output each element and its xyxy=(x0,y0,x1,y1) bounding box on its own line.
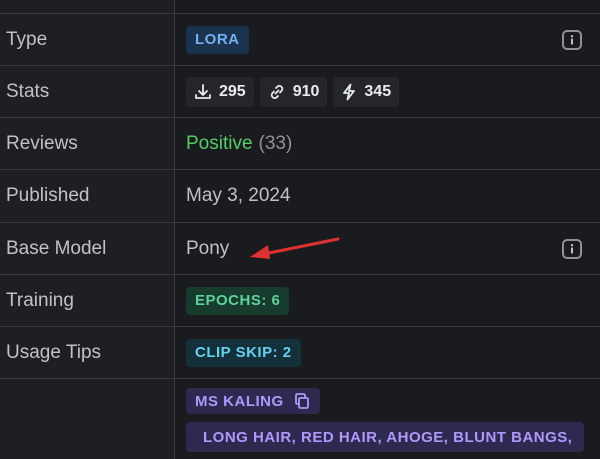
download-count: 295 xyxy=(186,76,254,107)
trigger-word-badge[interactable]: MS KALING xyxy=(186,388,320,414)
row-trigger-words: MS KALING LONG HAIR, RED HAIR, AHOGE, BL… xyxy=(0,379,600,459)
published-label: Published xyxy=(0,170,175,222)
link-count: 910 xyxy=(259,76,328,107)
base-model-value-cell: Pony xyxy=(176,223,600,274)
trigger-words-value-cell: MS KALING LONG HAIR, RED HAIR, AHOGE, BL… xyxy=(176,379,600,459)
trigger-word-long-text: LONG HAIR, RED HAIR, AHOGE, BLUNT BANGS, xyxy=(203,428,573,446)
row-usage-tips: Usage Tips CLIP SKIP: 2 xyxy=(0,327,600,379)
usage-tips-value-cell: CLIP SKIP: 2 xyxy=(176,327,600,378)
link-count-value: 910 xyxy=(292,82,320,100)
base-model-value: Pony xyxy=(186,237,230,259)
row-base-model: Base Model Pony xyxy=(0,223,600,275)
base-model-label: Base Model xyxy=(0,223,175,274)
row-training: Training EPOCHS: 6 xyxy=(0,275,600,327)
link-icon xyxy=(270,84,283,99)
epochs-badge: EPOCHS: 6 xyxy=(186,286,290,315)
published-value-cell: May 3, 2024 xyxy=(176,170,600,222)
published-date: May 3, 2024 xyxy=(186,185,291,206)
buzz-count: 345 xyxy=(333,76,400,107)
training-value-cell: EPOCHS: 6 xyxy=(176,275,600,326)
type-value-cell: LORA xyxy=(176,14,600,65)
type-badge: LORA xyxy=(186,25,249,54)
download-icon xyxy=(195,83,211,99)
copy-icon[interactable] xyxy=(293,392,311,410)
top-partial-label-cell xyxy=(0,0,175,13)
stats-label: Stats xyxy=(0,66,175,117)
usage-tips-label: Usage Tips xyxy=(0,327,175,378)
row-reviews: Reviews Positive (33) xyxy=(0,118,600,170)
trigger-word-text: MS KALING xyxy=(195,392,284,410)
clip-skip-badge: CLIP SKIP: 2 xyxy=(186,338,301,367)
stats-value-cell: 295 910 345 xyxy=(176,66,600,117)
reviews-label: Reviews xyxy=(0,118,175,169)
red-arrow-annotation xyxy=(250,237,340,259)
type-label: Type xyxy=(0,14,175,65)
trigger-word-badge-long[interactable]: LONG HAIR, RED HAIR, AHOGE, BLUNT BANGS, xyxy=(186,422,584,452)
top-partial-row xyxy=(0,0,600,14)
row-type: Type LORA xyxy=(0,14,600,66)
download-count-value: 295 xyxy=(219,82,246,100)
row-published: Published May 3, 2024 xyxy=(0,170,600,223)
bolt-icon xyxy=(343,83,356,100)
model-details-table: Type LORA Stats 295 910 345 Reviews Posi… xyxy=(0,0,600,459)
base-model-info-icon[interactable] xyxy=(562,238,582,259)
training-label: Training xyxy=(0,275,175,326)
buzz-count-value: 345 xyxy=(364,82,392,100)
review-count: (33) xyxy=(258,132,293,154)
info-icon[interactable] xyxy=(562,29,582,50)
review-sentiment-link[interactable]: Positive xyxy=(186,133,253,155)
row-stats: Stats 295 910 345 xyxy=(0,66,600,118)
reviews-value-cell: Positive (33) xyxy=(176,118,600,169)
trigger-words-label-cell xyxy=(0,379,175,459)
